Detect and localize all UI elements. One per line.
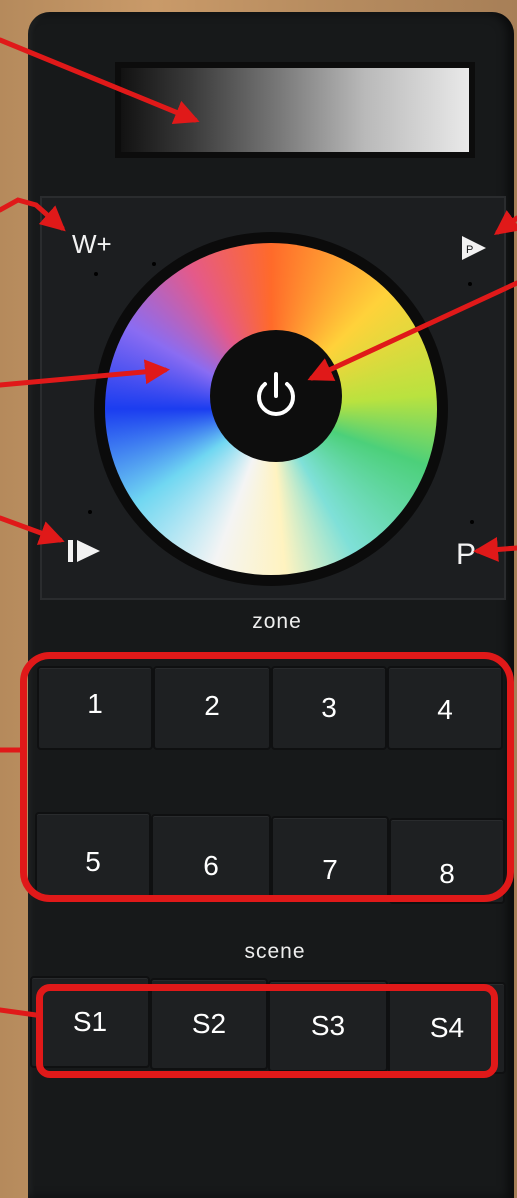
arrow-play-next bbox=[0, 515, 65, 545]
arrow-play-p bbox=[493, 210, 517, 235]
arrow-display bbox=[0, 37, 200, 124]
arrow-power bbox=[307, 280, 517, 381]
arrow-p bbox=[473, 537, 517, 562]
arrow-scene bbox=[0, 1007, 39, 1018]
annotation-arrows bbox=[0, 37, 517, 1018]
arrow-w-plus bbox=[0, 197, 66, 232]
arrow-color-wheel bbox=[0, 359, 170, 388]
